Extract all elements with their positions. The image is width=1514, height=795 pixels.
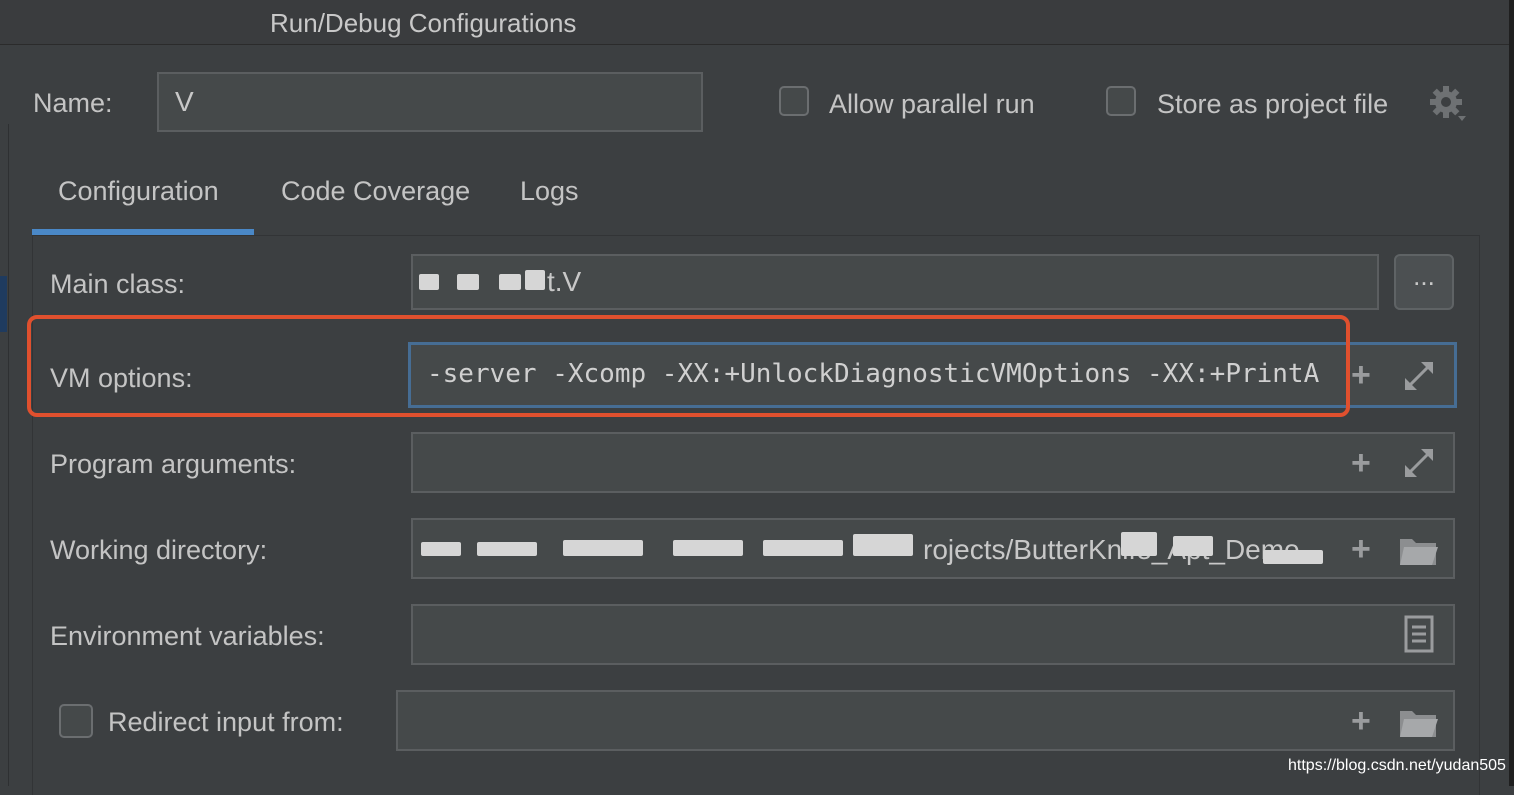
working-directory-label: Working directory: — [50, 535, 268, 565]
name-input[interactable]: V — [157, 72, 703, 132]
name-label: Name: — [33, 88, 113, 118]
redacted-text — [419, 274, 439, 290]
redacted-text — [421, 542, 461, 556]
tree-selection — [0, 276, 7, 332]
window-edge — [1509, 0, 1514, 786]
redacted-text — [1121, 532, 1157, 556]
plus-icon[interactable]: + — [1351, 358, 1371, 392]
browse-main-class-button[interactable]: ... — [1394, 254, 1454, 310]
environment-variables-input[interactable] — [411, 604, 1455, 665]
redacted-text — [1263, 550, 1323, 564]
window-title: Run/Debug Configurations — [270, 8, 577, 38]
redacted-text — [673, 540, 743, 556]
redacted-text — [563, 540, 643, 556]
expand-icon[interactable] — [1401, 358, 1437, 394]
working-directory-input[interactable]: rojects/ButterKnife_Apt_Demo — [411, 518, 1455, 579]
config-tree-edge — [0, 124, 9, 786]
redirect-input-field[interactable] — [396, 690, 1455, 751]
redirect-input-checkbox[interactable] — [59, 704, 93, 738]
document-icon[interactable] — [1404, 615, 1434, 653]
program-arguments-input[interactable] — [411, 432, 1455, 493]
redirect-input-label[interactable]: Redirect input from: — [108, 707, 344, 738]
environment-variables-label: Environment variables: — [50, 621, 325, 651]
plus-icon[interactable]: + — [1351, 532, 1371, 566]
allow-parallel-label[interactable]: Allow parallel run — [829, 89, 1035, 120]
main-class-label: Main class: — [50, 269, 186, 299]
main-class-value: t.V — [547, 266, 582, 297]
main-class-input[interactable]: t.V — [411, 254, 1379, 310]
gear-icon[interactable] — [1428, 84, 1468, 124]
redacted-text — [477, 542, 537, 556]
tab-code-coverage[interactable]: Code Coverage — [281, 176, 470, 207]
folder-icon[interactable] — [1398, 705, 1440, 739]
expand-icon[interactable] — [1401, 445, 1437, 481]
plus-icon[interactable]: + — [1351, 704, 1371, 738]
watermark-text: https://blog.csdn.net/yudan505 — [1288, 757, 1506, 774]
allow-parallel-checkbox[interactable] — [779, 86, 809, 116]
store-project-label[interactable]: Store as project file — [1157, 89, 1388, 120]
folder-icon[interactable] — [1398, 533, 1440, 567]
redacted-text — [1173, 536, 1213, 556]
redacted-text — [763, 540, 843, 556]
tab-logs[interactable]: Logs — [520, 176, 579, 207]
redacted-text — [457, 274, 479, 290]
store-project-checkbox[interactable] — [1106, 86, 1136, 116]
redacted-text — [525, 270, 545, 290]
redacted-text — [499, 274, 521, 290]
program-arguments-label: Program arguments: — [50, 449, 297, 479]
title-bar: Run/Debug Configurations — [0, 0, 1510, 45]
plus-icon[interactable]: + — [1351, 446, 1371, 480]
tab-configuration[interactable]: Configuration — [58, 176, 219, 207]
redacted-text — [853, 534, 913, 556]
highlight-box — [27, 315, 1350, 417]
name-value: V — [175, 86, 194, 117]
